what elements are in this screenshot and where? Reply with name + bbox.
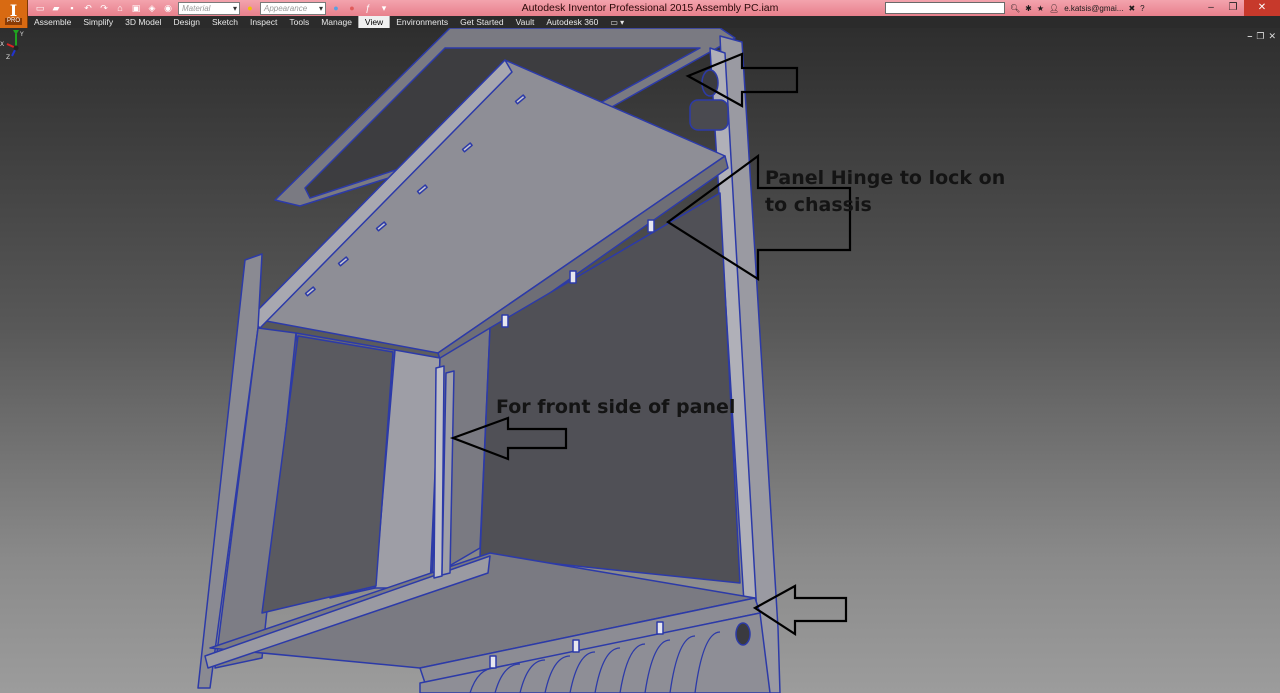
redo-icon[interactable]: ↷ — [98, 3, 110, 14]
save-icon[interactable]: ▪ — [66, 3, 78, 14]
mid-hinge-clip — [501, 314, 509, 328]
user-icon[interactable]: 👤︎ — [1049, 4, 1059, 13]
tab-simplify[interactable]: Simplify — [77, 16, 119, 28]
update-icon[interactable]: ◈ — [146, 3, 158, 14]
minimize-icon[interactable]: – — [1200, 0, 1222, 16]
tab-view[interactable]: View — [357, 16, 391, 28]
adjust-appearance-icon[interactable]: ● — [346, 3, 358, 14]
lower-hinge-clip — [572, 639, 580, 653]
tab-manage[interactable]: Manage — [315, 16, 358, 28]
mid-hinge-clip — [569, 270, 577, 284]
triad-z-label: Z — [6, 54, 10, 60]
tab-tools[interactable]: Tools — [283, 16, 315, 28]
mid-hinge-clip — [647, 219, 655, 233]
tab-get-started[interactable]: Get Started — [454, 16, 509, 28]
pro-badge: PRO — [4, 17, 22, 25]
application-menu-button[interactable]: I PRO — [0, 0, 28, 28]
triad-x-label: X — [0, 41, 4, 48]
lower-hinge-clip — [489, 655, 497, 669]
material-dropdown[interactable]: Material — [178, 1, 240, 15]
title-right-tools: 🔍︎ ✱ ★ 👤︎ e.katsis@gmai... ✖ ? — [1010, 1, 1145, 15]
help-search-input[interactable] — [885, 2, 1005, 14]
new-file-icon[interactable]: ▭ — [34, 3, 46, 14]
quick-access-toolbar: ▭ ▰ ▪ ↶ ↷ ⌂ ▣ ◈ ◉ Material ● Appearance … — [30, 1, 390, 15]
clear-appearance-icon[interactable]: ● — [330, 3, 342, 14]
window-title: Autodesk Inventor Professional 2015 Asse… — [521, 2, 779, 14]
subscription-icon[interactable]: ✱ — [1025, 4, 1032, 13]
ribbon-tab-bar: Assemble Simplify 3D Model Design Sketch… — [28, 16, 1280, 28]
triad-y-label: Y — [19, 31, 24, 38]
help-icon[interactable]: ? — [1140, 4, 1144, 13]
tab-assemble[interactable]: Assemble — [28, 16, 77, 28]
undo-icon[interactable]: ↶ — [82, 3, 94, 14]
function-icon[interactable]: ƒ — [362, 3, 374, 14]
select-icon[interactable]: ▣ — [130, 3, 142, 14]
tab-autodesk-360[interactable]: Autodesk 360 — [540, 16, 604, 28]
tab-3d-model[interactable]: 3D Model — [119, 16, 167, 28]
tab-environments[interactable]: Environments — [390, 16, 454, 28]
title-bar: ▭ ▰ ▪ ↶ ↷ ⌂ ▣ ◈ ◉ Material ● Appearance … — [0, 0, 1280, 16]
search-icon[interactable]: 🔍︎ — [1010, 4, 1020, 13]
lower-hinge-hole — [735, 622, 751, 646]
tab-design[interactable]: Design — [167, 16, 205, 28]
annotation-front-side-label: For front side of panel — [496, 396, 736, 418]
appearance-dropdown[interactable]: Appearance — [260, 1, 326, 15]
user-account-label[interactable]: e.katsis@gmai... — [1064, 4, 1123, 13]
tab-vault[interactable]: Vault — [510, 16, 541, 28]
annotation-hinge-label: Panel Hinge to lock on to chassis — [765, 167, 1006, 216]
tab-inspect[interactable]: Inspect — [244, 16, 283, 28]
ribbon-display-toggle-icon[interactable]: ▭ ▾ — [604, 18, 630, 27]
favorites-icon[interactable]: ★ — [1037, 4, 1044, 13]
open-file-icon[interactable]: ▰ — [50, 3, 62, 14]
close-icon[interactable]: ✕ — [1244, 0, 1280, 16]
graphics-viewport[interactable]: – ❐ ✕ Panel Hinge to lock on to chassis … — [0, 28, 1280, 693]
qat-more-icon[interactable]: ▾ — [378, 3, 390, 14]
home-icon[interactable]: ⌂ — [114, 3, 126, 14]
assembly-model[interactable] — [0, 28, 1280, 693]
window-controls: – ❐ ✕ — [1200, 0, 1280, 16]
appearance-icon: ● — [247, 2, 253, 13]
restore-icon[interactable]: ❐ — [1222, 0, 1244, 16]
inventor-logo-icon: I — [9, 0, 18, 20]
exchange-icon[interactable]: ✖ — [1128, 4, 1135, 13]
lower-hinge-clip — [656, 621, 664, 635]
upper-hinge-tab — [689, 99, 729, 131]
coordinate-triad: X Y Z — [0, 30, 24, 60]
tab-sketch[interactable]: Sketch — [206, 16, 244, 28]
material-icon: ◉ — [164, 2, 172, 13]
